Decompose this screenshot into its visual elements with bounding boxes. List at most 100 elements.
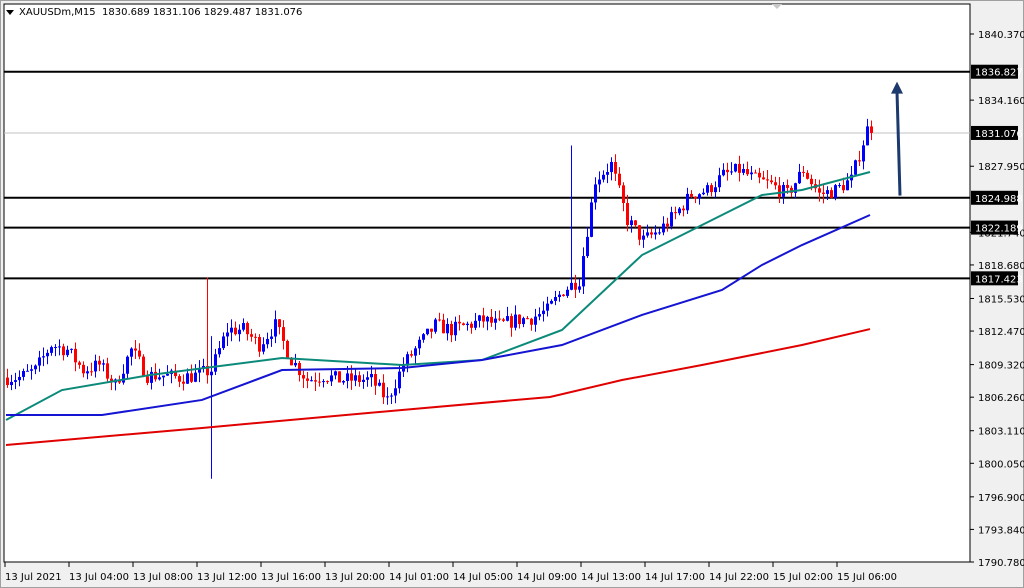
- plot-area: [3, 3, 971, 563]
- candle-body: [666, 223, 669, 227]
- candle-body: [310, 380, 313, 382]
- candle-body: [510, 316, 513, 328]
- ohlc-values: 1830.689 1831.106 1829.487 1831.076: [102, 7, 303, 18]
- candle-body: [550, 300, 553, 304]
- candle-body: [766, 179, 769, 181]
- y-tick-label: 1806.260: [978, 393, 1024, 404]
- candle-body: [346, 373, 349, 382]
- y-tick-label: 1793.840: [978, 525, 1024, 536]
- y-tick-label: 1790.780: [978, 558, 1024, 569]
- candle-body: [866, 126, 869, 146]
- candle-body: [214, 354, 217, 372]
- candle-body: [18, 376, 21, 381]
- candle-body: [762, 177, 765, 180]
- dropdown-triangle-icon[interactable]: [6, 9, 14, 15]
- candle-body: [494, 318, 497, 323]
- candle-body: [342, 381, 345, 383]
- candle-body: [806, 172, 809, 179]
- candle-body: [746, 169, 749, 175]
- y-tick-label: 1827.950: [978, 162, 1024, 173]
- candle-body: [834, 185, 837, 198]
- x-tick-label: 13 Jul 08:00: [133, 572, 193, 583]
- candle-body: [690, 193, 693, 197]
- candle-body: [358, 375, 361, 382]
- candle-body: [146, 376, 149, 383]
- candle-body: [14, 380, 17, 382]
- y-tick-label: 1809.320: [978, 361, 1024, 372]
- candle-body: [662, 223, 665, 233]
- candle-body: [58, 346, 61, 348]
- candle-body: [314, 380, 317, 382]
- candle-body: [562, 294, 565, 296]
- candle-body: [822, 192, 825, 194]
- candle-body: [306, 378, 309, 381]
- x-tick-label: 14 Jul 05:00: [453, 572, 513, 583]
- candle-body: [22, 371, 25, 377]
- candle-body: [546, 303, 549, 311]
- y-tick-label: 1800.050: [978, 459, 1024, 470]
- candle-body: [10, 381, 13, 386]
- candle-body: [354, 375, 357, 381]
- y-tick-label: 1796.900: [978, 493, 1024, 504]
- candle-body: [490, 316, 493, 323]
- candle-body: [730, 171, 733, 173]
- candle-body: [518, 314, 521, 325]
- candle-body: [438, 319, 441, 321]
- candle-body: [166, 373, 169, 376]
- candle-body: [870, 126, 873, 133]
- candle-body: [222, 336, 225, 349]
- candle-body: [450, 323, 453, 336]
- candle-body: [642, 235, 645, 240]
- candle-body: [386, 396, 389, 398]
- candle-body: [262, 344, 265, 352]
- candle-body: [210, 371, 213, 376]
- candle-body: [186, 373, 189, 384]
- candle-body: [462, 323, 465, 326]
- candle-body: [686, 193, 689, 211]
- candle-body: [606, 172, 609, 175]
- price-tag-label: 1824.988: [975, 194, 1023, 205]
- candle-body: [86, 371, 89, 374]
- candle-body: [130, 348, 133, 357]
- candle-body: [426, 328, 429, 335]
- candle-body: [286, 340, 289, 358]
- candle-body: [430, 328, 433, 332]
- candle-body: [294, 362, 297, 366]
- x-tick-label: 13 Jul 04:00: [69, 572, 129, 583]
- candle-body: [538, 314, 541, 317]
- candle-body: [862, 145, 865, 162]
- x-tick-label: 13 Jul 16:00: [261, 572, 321, 583]
- candle-body: [230, 327, 233, 333]
- candle-body: [102, 363, 105, 365]
- candle-body: [718, 175, 721, 188]
- candle-body: [534, 316, 537, 325]
- candle-body: [414, 348, 417, 356]
- candle-body: [422, 334, 425, 340]
- candle-body: [82, 364, 85, 374]
- x-tick-label: 13 Jul 12:00: [197, 572, 257, 583]
- x-tick-label: 14 Jul 09:00: [517, 572, 577, 583]
- x-tick-label: 13 Jul 20:00: [325, 572, 385, 583]
- candle-body: [698, 194, 701, 199]
- candle-body: [678, 208, 681, 214]
- candle-body: [458, 321, 461, 324]
- candle-body: [846, 180, 849, 191]
- candle-body: [506, 316, 509, 321]
- candle-body: [378, 382, 381, 386]
- candle-body: [502, 319, 505, 321]
- candle-body: [34, 365, 37, 370]
- candle-body: [6, 377, 9, 386]
- candle-body: [810, 178, 813, 185]
- candle-body: [754, 172, 757, 174]
- x-tick-label: 14 Jul 17:00: [645, 572, 705, 583]
- candle-body: [158, 377, 161, 380]
- candle-body: [94, 360, 97, 372]
- candle-body: [474, 320, 477, 328]
- candle-body: [558, 294, 561, 298]
- price-chart[interactable]: 1840.3701834.1601827.9501821.7401818.680…: [0, 0, 1024, 588]
- price-tag-label: 1822.189: [975, 224, 1023, 235]
- candle-body: [774, 182, 777, 186]
- candle-body: [802, 171, 805, 173]
- candle-body: [594, 184, 597, 203]
- candle-body: [818, 188, 821, 193]
